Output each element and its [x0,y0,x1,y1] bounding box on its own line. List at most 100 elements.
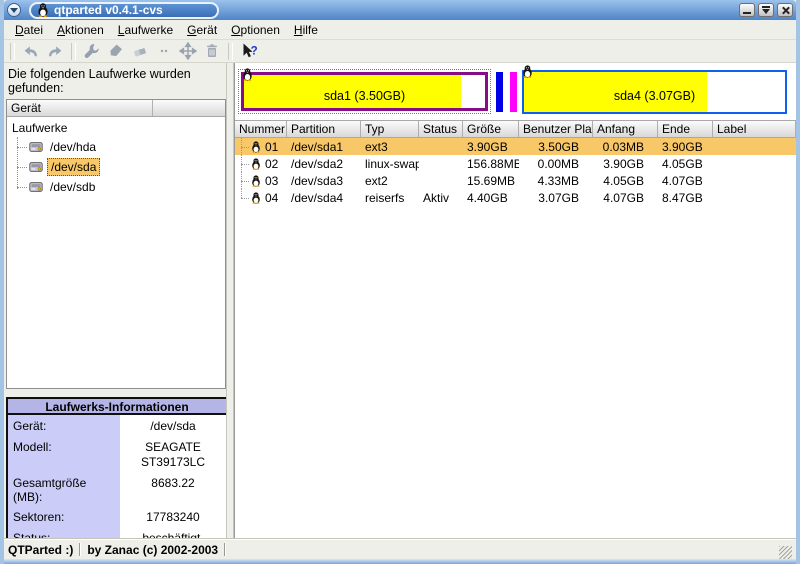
property-button[interactable] [80,41,104,62]
info-value-sektoren: 17783240 [120,506,226,527]
title-pill: qtparted v0.4.1-cvs [29,2,219,19]
info-label-geraet: Gerät: [8,415,120,436]
menu-geraet[interactable]: Gerät [180,21,224,39]
delete-button[interactable] [128,41,152,62]
partition-bar-sda4[interactable]: sda4 (3.07GB) [522,70,787,114]
column-header-label[interactable]: Label [713,121,796,138]
window-controls [739,3,793,17]
menu-hilfe[interactable]: Hilfe [287,21,325,39]
disk-icon [29,141,43,153]
column-header-groesse[interactable]: Größe [463,121,519,138]
tux-icon [251,158,261,170]
move-button[interactable] [176,41,200,62]
tree-item-dev-sda[interactable]: /dev/sda [17,157,223,177]
menu-optionen[interactable]: Optionen [224,21,287,39]
status-separator [79,543,81,556]
table-row-sda1[interactable]: 01 /dev/sda1 ext3 3.90GB 3.50GB 0.03MB 3… [235,138,796,155]
column-header-partition[interactable]: Partition [287,121,361,138]
toolbar-handle[interactable] [10,43,15,60]
toolbar-separator [228,43,233,60]
menu-datei[interactable]: Datei [8,21,50,39]
table-row-sda4[interactable]: 04 /dev/sda4 reiserfs Aktiv 4.40GB 3.07G… [235,189,796,206]
status-separator [224,543,226,556]
titlebar[interactable]: qtparted v0.4.1-cvs [4,0,796,20]
column-header-status[interactable]: Status [419,121,463,138]
whats-this-icon: ? [240,42,258,60]
redo-icon [46,42,64,60]
info-label-gesamtgroesse: Gesamtgröße (MB): [8,472,120,506]
device-tree-header[interactable]: Gerät [7,100,225,117]
partition-bar-sda2[interactable] [496,72,503,112]
partition-table: Nummer Partition Typ Status Größe Benutz… [235,121,796,539]
minimize-icon [743,12,751,14]
device-tree: Gerät Laufwerke /dev/hda /dev/sda [6,99,226,389]
resize-grip[interactable] [779,546,792,559]
disk-icon [29,161,43,173]
tux-icon [242,68,253,81]
partition-bar-view: sda1 (3.50GB) sda4 (3.07GB) [235,63,796,121]
device-label: /dev/sdb [47,179,98,195]
device-panel: Die folgenden Laufwerke wurden gefunden:… [4,63,226,539]
geraet-column-header[interactable]: Gerät [7,100,153,116]
partition-bar-sda1[interactable]: sda1 (3.50GB) [241,72,488,111]
app-icon [37,3,49,17]
window-bottom-border [4,559,796,564]
info-value-geraet: /dev/sda [120,415,226,436]
main-area: Die folgenden Laufwerke wurden gefunden:… [4,63,796,539]
drive-info-title: Laufwerks-Informationen [8,399,226,415]
partition-bar-sda1-label: sda1 (3.50GB) [324,81,405,103]
column-header-ende[interactable]: Ende [658,121,713,138]
svg-text:?: ? [251,46,258,58]
table-row-sda3[interactable]: 03 /dev/sda3 ext2 15.69MB 4.33MB 4.05GB … [235,172,796,189]
column-header-typ[interactable]: Typ [361,121,419,138]
column-header-anfang[interactable]: Anfang [593,121,658,138]
window-menu-button[interactable] [7,3,21,17]
info-value-modell: SEAGATE ST39173LC [120,436,226,472]
redo-button[interactable] [43,41,67,62]
info-label-sektoren: Sektoren: [8,506,120,527]
device-label: /dev/hda [47,139,99,155]
partition-panel: sda1 (3.50GB) sda4 (3.07GB) Nummer Parti… [234,63,796,539]
undo-button[interactable] [19,41,43,62]
trash-button[interactable] [200,41,224,62]
tux-icon [251,141,261,153]
eraser-icon [131,42,149,60]
device-label-selected: /dev/sda [47,158,100,176]
tree-item-dev-hda[interactable]: /dev/hda [17,137,223,157]
tux-icon [251,192,261,204]
resize-button[interactable] [152,41,176,62]
window-title: qtparted v0.4.1-cvs [54,3,163,17]
table-row-sda2[interactable]: 02 /dev/sda2 linux-swap 156.88MB 0.00MB … [235,155,796,172]
qtparted-window: qtparted v0.4.1-cvs Datei Aktionen Laufw… [0,0,800,564]
tux-icon [251,175,261,187]
move-icon [179,42,197,60]
maximize-button[interactable] [758,3,774,17]
menu-aktionen[interactable]: Aktionen [50,21,111,39]
info-value-gesamtgroesse: 8683.22 [120,472,226,506]
toolbar: ? [4,40,796,63]
info-label-modell: Modell: [8,436,120,472]
partition-table-header: Nummer Partition Typ Status Größe Benutz… [235,121,796,138]
format-button[interactable] [104,41,128,62]
chevron-down-icon [10,8,18,13]
panel-splitter[interactable] [226,63,234,539]
partition-bar-sda4-label: sda4 (3.07GB) [614,81,695,103]
menubar: Datei Aktionen Laufwerke Gerät Optionen … [4,20,796,40]
close-icon [781,6,790,15]
tree-root-laufwerke[interactable]: Laufwerke [9,119,223,137]
statusbar: QTParted :) by Zanac (c) 2002-2003 [4,539,796,559]
partition-bar-sda1-selection[interactable]: sda1 (3.50GB) [238,69,491,114]
column-header-benutzer-platz[interactable]: Benutzer Platz [519,121,593,138]
column-header-nummer[interactable]: Nummer [235,121,287,138]
tree-item-dev-sdb[interactable]: /dev/sdb [17,177,223,197]
toolbar-separator [71,43,76,60]
close-button[interactable] [777,3,793,17]
trash-icon [203,42,221,60]
menu-laufwerke[interactable]: Laufwerke [111,21,180,39]
partition-bar-sda3[interactable] [510,72,517,112]
found-devices-label: Die folgenden Laufwerke wurden gefunden: [6,66,226,99]
drive-info-panel: Laufwerks-Informationen Gerät: /dev/sda … [6,397,228,549]
tux-icon [522,65,533,78]
whats-this-button[interactable]: ? [237,41,261,62]
minimize-button[interactable] [739,3,755,17]
